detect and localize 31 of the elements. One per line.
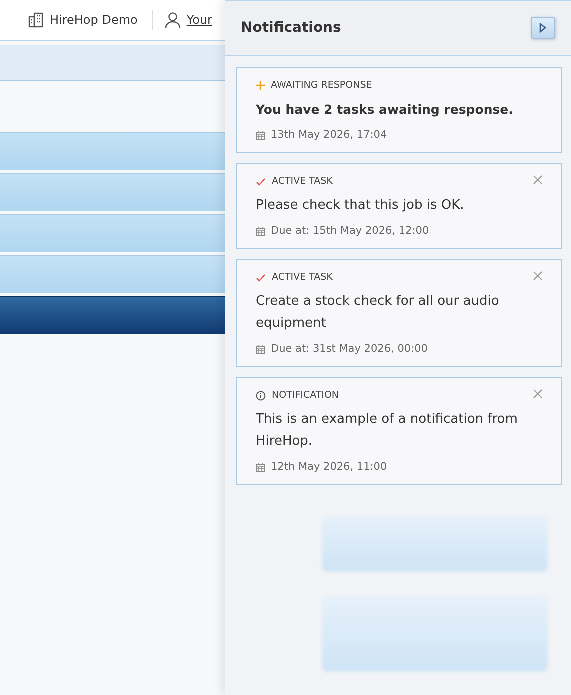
check-icon	[256, 274, 266, 282]
category-label: AWAITING RESPONSE	[271, 80, 372, 91]
plus-icon	[256, 81, 265, 90]
user-icon	[164, 12, 181, 28]
info-icon	[256, 390, 266, 400]
close-button[interactable]	[531, 387, 545, 401]
user-link[interactable]: Your	[186, 13, 212, 27]
close-button[interactable]	[531, 269, 545, 283]
notification-date: 12th May 2026, 11:00	[271, 461, 388, 473]
play-icon	[539, 23, 547, 33]
building-icon	[28, 12, 44, 28]
close-button[interactable]	[531, 173, 545, 187]
notification-message: This is an example of a notification from HireHop.	[256, 411, 519, 451]
category-label: NOTIFICATION	[272, 390, 340, 401]
check-icon	[256, 178, 266, 186]
category-label: ACTIVE TASK	[272, 176, 333, 187]
notification-message: Please check that this job is OK.	[256, 197, 466, 215]
calendar-icon	[256, 130, 265, 140]
category-label: ACTIVE TASK	[272, 272, 333, 283]
notification-message: You have 2 tasks awaiting response.	[256, 101, 514, 119]
collapse-button[interactable]	[531, 17, 555, 39]
calendar-icon	[256, 344, 265, 354]
notification-message: Create a stock check for all our audio equipment	[256, 293, 500, 333]
notification-date: Due at: 15th May 2026, 12:00	[271, 225, 430, 237]
notification-date: Due at: 31st May 2026, 00:00	[271, 343, 428, 355]
panel-title: Notifications	[241, 20, 342, 36]
menu-bar[interactable]	[0, 296, 225, 334]
calendar-icon	[256, 462, 265, 472]
notification-date: 13th May 2026, 17:04	[271, 129, 388, 141]
company-name[interactable]: HireHop Demo	[50, 13, 138, 27]
calendar-icon	[256, 226, 265, 236]
